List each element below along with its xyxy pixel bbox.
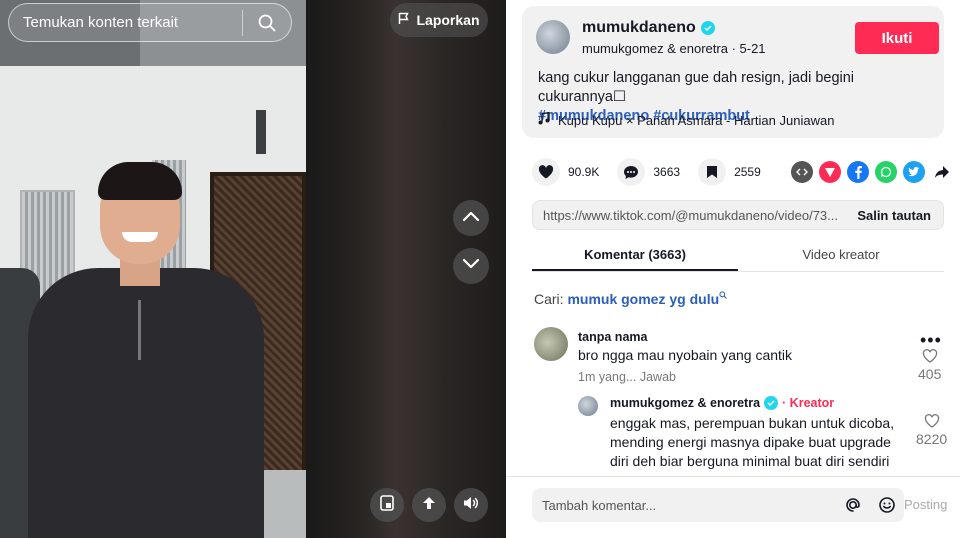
arrow-up-icon xyxy=(421,495,437,516)
commenter-name[interactable]: tanpa nama xyxy=(578,330,647,344)
comment-input[interactable]: Tambah komentar... xyxy=(532,488,904,522)
reply-text: enggak mas, perempuan bukan untuk dicoba… xyxy=(610,415,895,469)
comment-input-placeholder[interactable]: Tambah komentar... xyxy=(532,498,836,513)
creator-badge-label: Kreator xyxy=(789,396,835,410)
post-comment-button[interactable]: Posting xyxy=(904,497,947,512)
video-url[interactable]: https://www.tiktok.com/@mumukdaneno/vide… xyxy=(533,208,845,223)
music-title[interactable]: Kupu Kupu × Panah Asmara - Hartian Junia… xyxy=(558,113,834,128)
comment-meta[interactable]: 1m yang... Jawab xyxy=(578,370,676,384)
author-card: mumukdaneno mumukgomez & enoretra · 5-21… xyxy=(522,6,944,138)
verified-badge-icon xyxy=(764,396,779,410)
volume-icon xyxy=(462,495,480,516)
save-stat[interactable]: 2559 xyxy=(698,158,761,186)
comment-bubble-icon[interactable] xyxy=(617,158,646,186)
search-suggestion-query[interactable]: mumuk gomez yg dulu xyxy=(567,291,719,307)
person-shirt xyxy=(28,268,264,538)
scene-lamp xyxy=(256,110,266,154)
previous-video-button[interactable] xyxy=(453,200,489,236)
emoji-icon[interactable] xyxy=(870,496,904,514)
verified-badge-icon xyxy=(700,21,715,35)
autoscroll-button[interactable] xyxy=(412,488,446,522)
music-link[interactable]: Kupu Kupu × Panah Asmara - Hartian Junia… xyxy=(538,111,834,129)
heart-outline-icon[interactable] xyxy=(924,413,940,431)
video-frame[interactable] xyxy=(0,0,306,538)
volume-button[interactable] xyxy=(454,488,488,522)
comment-composer: Tambah komentar... Posting xyxy=(506,476,960,538)
tab-creator-videos[interactable]: Video kreator xyxy=(738,242,944,271)
author-username-row[interactable]: mumukdaneno xyxy=(582,19,715,37)
related-search-box[interactable]: Temukan konten terkait xyxy=(8,3,292,42)
flag-icon xyxy=(398,12,410,28)
pip-icon xyxy=(380,494,394,516)
mention-icon[interactable] xyxy=(836,496,870,514)
person-smile xyxy=(122,232,158,242)
video-link-box: https://www.tiktok.com/@mumukdaneno/vide… xyxy=(532,200,944,230)
share-icons xyxy=(790,161,953,183)
save-count: 2559 xyxy=(734,165,761,179)
report-label: Laporkan xyxy=(416,12,480,28)
send-to-friends-icon[interactable] xyxy=(818,161,841,183)
heart-outline-icon[interactable] xyxy=(922,348,938,366)
reply-like-count: 8220 xyxy=(916,431,948,447)
copy-link-button[interactable]: Salin tautan xyxy=(845,208,943,223)
author-subline: mumukgomez & enoretra · 5-21 xyxy=(582,41,766,56)
search-icon[interactable] xyxy=(243,3,291,42)
facebook-icon[interactable] xyxy=(846,161,869,183)
chevron-down-icon xyxy=(462,257,480,275)
author-username[interactable]: mumukdaneno xyxy=(582,19,696,37)
comment-text: bro ngga mau nyobain yang cantik xyxy=(578,347,793,363)
reply-like[interactable]: 8220 xyxy=(916,413,948,447)
music-note-icon xyxy=(538,111,550,129)
chevron-up-icon xyxy=(462,209,480,227)
reply-author-avatar[interactable] xyxy=(578,396,598,416)
panel-tabs: Komentar (3663) Video kreator xyxy=(532,242,944,272)
comment-like[interactable]: 405 xyxy=(918,348,942,382)
person-hair xyxy=(98,162,182,200)
report-button[interactable]: Laporkan xyxy=(390,3,488,37)
search-small-icon xyxy=(719,291,727,307)
whatsapp-icon[interactable] xyxy=(874,161,897,183)
bookmark-icon[interactable] xyxy=(698,158,727,186)
next-video-button[interactable] xyxy=(453,248,489,284)
like-count: 90.9K xyxy=(568,165,600,179)
search-suggestion-prefix: Cari: xyxy=(534,291,564,307)
reply-author-name[interactable]: mumukgomez & enoretra xyxy=(610,396,760,410)
follow-button[interactable]: Ikuti xyxy=(855,22,939,54)
comment-like-count: 405 xyxy=(918,366,942,382)
pip-button[interactable] xyxy=(370,488,404,522)
comment-stat[interactable]: 3663 xyxy=(617,158,680,186)
commenter-avatar[interactable] xyxy=(534,327,568,361)
like-stat[interactable]: 90.9K xyxy=(532,158,599,186)
creator-badge: · Kreator xyxy=(782,396,835,410)
twitter-icon[interactable] xyxy=(902,161,925,183)
heart-icon[interactable] xyxy=(532,158,560,186)
more-options-icon[interactable]: ••• xyxy=(920,330,942,351)
author-avatar[interactable] xyxy=(536,20,570,54)
description-text: kang cukur langganan gue dah resign, jad… xyxy=(538,70,855,105)
reply-author-row[interactable]: mumukgomez & enoretra · Kreator xyxy=(610,396,834,410)
person-zipper xyxy=(138,300,141,360)
search-suggestion[interactable]: Cari: mumuk gomez yg dulu xyxy=(534,291,727,307)
embed-code-icon[interactable] xyxy=(790,161,813,183)
video-info-panel: mumukdaneno mumukgomez & enoretra · 5-21… xyxy=(506,0,960,538)
comment-count: 3663 xyxy=(653,165,681,179)
engagement-row: 90.9K 3663 2559 xyxy=(532,156,952,188)
tab-comments[interactable]: Komentar (3663) xyxy=(532,242,738,271)
related-search-placeholder[interactable]: Temukan konten terkait xyxy=(9,14,242,31)
video-player[interactable]: Temukan konten terkait Laporkan xyxy=(0,0,506,538)
share-arrow-icon[interactable] xyxy=(931,161,953,183)
